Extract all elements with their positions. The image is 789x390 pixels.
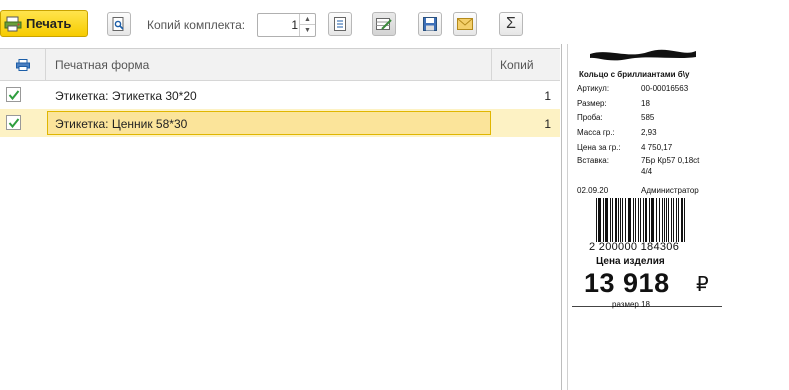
floppy-disk-icon — [423, 17, 437, 31]
field-value: 4/4 — [641, 167, 653, 176]
table-row[interactable]: Этикетка: Этикетка 30*20 1 — [0, 81, 560, 109]
copies-input[interactable]: 1 — [258, 18, 298, 32]
save-button[interactable] — [418, 12, 442, 36]
printer-icon — [15, 59, 30, 71]
sigma-icon: Σ — [506, 15, 516, 32]
row-name: Этикетка: Ценник 58*30 — [55, 117, 188, 131]
price-label: Цена изделия — [596, 256, 665, 267]
price-value: 13 918 — [584, 268, 670, 298]
print-column-header[interactable] — [0, 49, 46, 81]
currency-sign: ₽ — [696, 274, 709, 296]
copies-settings-button[interactable] — [328, 12, 352, 36]
label-preview: Кольцо с бриллиантами б\у Артикул: 00-00… — [572, 44, 789, 390]
print-forms-table: Печатная форма Копий Этикетка: Этикетка … — [0, 48, 560, 390]
envelope-icon — [457, 18, 473, 30]
preview-button[interactable] — [107, 12, 131, 36]
name-column-header[interactable]: Печатная форма — [55, 58, 149, 72]
printer-icon — [4, 16, 22, 31]
print-button[interactable]: Печать — [0, 10, 88, 37]
toolbar: Печать Копий комплекта: 1 ▲ ▼ Σ — [0, 0, 789, 46]
field-value: 585 — [641, 113, 655, 122]
field-value: 18 — [641, 99, 650, 108]
row-checkbox[interactable] — [6, 115, 21, 130]
document-list-icon — [334, 17, 346, 31]
product-title: Кольцо с бриллиантами б\у — [579, 70, 690, 79]
field-value: 2,93 — [641, 128, 657, 137]
page-magnifier-icon — [112, 17, 124, 31]
field-key: Проба: — [577, 113, 603, 122]
field-key: 02.09.20 — [577, 186, 609, 195]
barcode — [596, 198, 685, 242]
copies-stepper[interactable]: 1 ▲ ▼ — [257, 13, 316, 37]
row-copies[interactable]: 1 — [544, 89, 551, 103]
copies-label: Копий комплекта: — [147, 18, 246, 32]
increment-arrow-icon[interactable]: ▲ — [300, 14, 315, 25]
copies-column-header[interactable]: Копий — [500, 58, 534, 72]
field-value: 00-00016563 — [641, 84, 689, 93]
redacted-area — [590, 49, 696, 61]
sum-button[interactable]: Σ — [499, 12, 523, 36]
row-name: Этикетка: Этикетка 30*20 — [55, 89, 197, 103]
print-button-label: Печать — [26, 16, 72, 31]
decrement-arrow-icon[interactable]: ▼ — [300, 25, 315, 36]
splitter[interactable] — [561, 44, 562, 390]
field-value: 7Бр Кр57 0,18ct — [641, 156, 700, 165]
field-key: Вставка: — [577, 156, 609, 165]
table-row[interactable]: Этикетка: Ценник 58*30 1 — [0, 109, 560, 137]
checkmark-icon — [8, 117, 19, 128]
field-key: Цена за гр.: — [577, 143, 621, 152]
row-copies[interactable]: 1 — [544, 117, 551, 131]
field-key: Масса гр.: — [577, 128, 615, 137]
edit-table-icon — [376, 18, 392, 30]
size-note: размер 18 — [612, 300, 650, 309]
row-checkbox[interactable] — [6, 87, 21, 102]
barcode-digits: 2 200000 184306 — [589, 241, 680, 253]
field-value: Администратор — [641, 186, 699, 195]
field-key: Артикул: — [577, 84, 610, 93]
table-header: Печатная форма Копий — [0, 49, 560, 81]
email-button[interactable] — [453, 12, 477, 36]
field-value: 4 750,17 — [641, 143, 673, 152]
field-key: Размер: — [577, 99, 607, 108]
edit-button[interactable] — [372, 12, 396, 36]
checkmark-icon — [8, 89, 19, 100]
